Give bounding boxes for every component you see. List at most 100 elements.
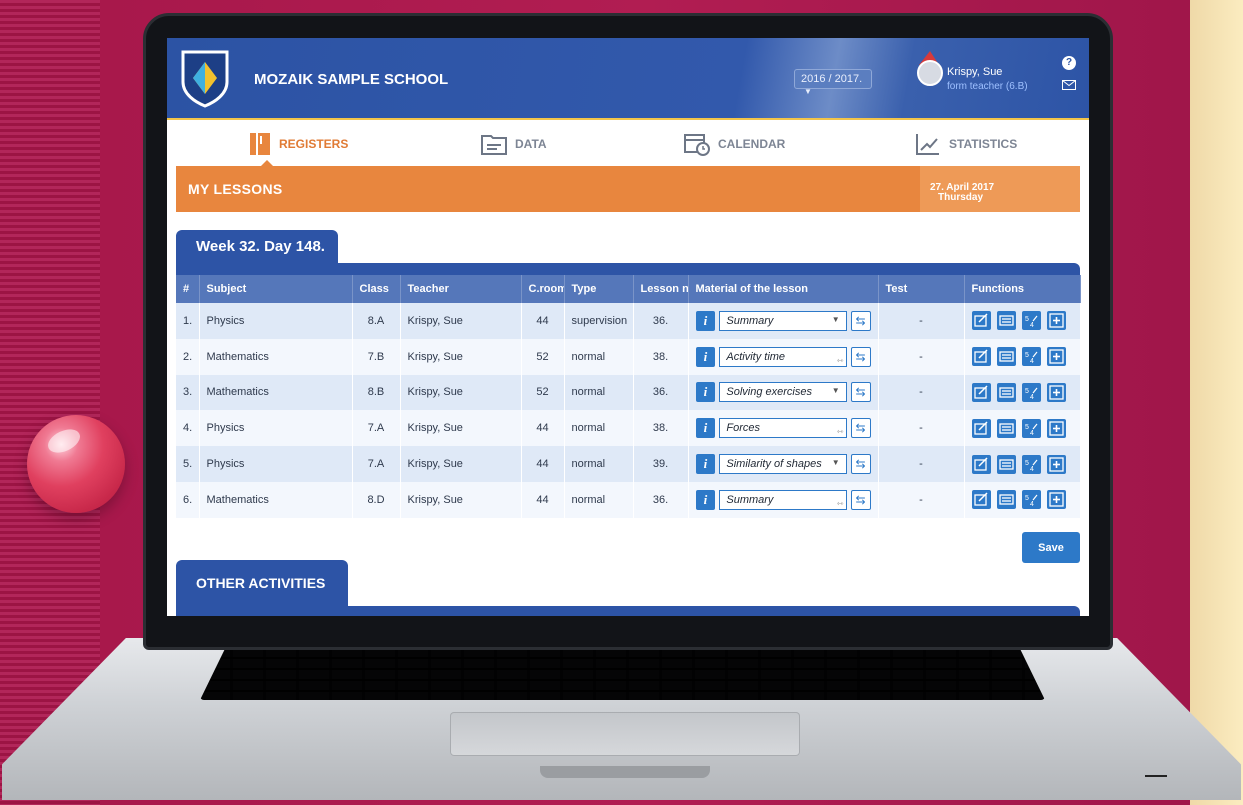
row-classroom: 44 <box>521 481 565 518</box>
material-textarea[interactable]: Forces ⇿ <box>719 418 847 439</box>
edit-icon[interactable] <box>971 418 991 438</box>
table-row[interactable]: 3. Mathematics 8.B Krispy, Sue 52 normal 36. i S… <box>176 374 1081 411</box>
edit-icon[interactable] <box>971 454 991 474</box>
edit-icon[interactable] <box>971 347 991 367</box>
nav-statistics[interactable]: STATISTICS <box>915 132 1017 156</box>
add-icon[interactable] <box>1046 382 1066 402</box>
mail-icon[interactable] <box>1062 80 1076 90</box>
column-header-lesson-nr[interactable]: Lesson nr. <box>633 275 689 303</box>
info-button[interactable]: i <box>695 454 716 475</box>
swap-icon[interactable]: ⇆ <box>850 310 871 331</box>
column-header-material[interactable]: Material of the lesson <box>688 275 879 303</box>
row-test[interactable]: - <box>878 374 965 411</box>
app-screen: MOZAIK SAMPLE SCHOOL 2016 / 2017. ▼ Kris… <box>167 38 1089 616</box>
other-activities-band <box>176 606 1080 616</box>
table-row[interactable]: 1. Physics 8.A Krispy, Sue 44 supervision 36. i… <box>176 303 1081 339</box>
avatar[interactable] <box>917 60 943 86</box>
table-row[interactable]: 5. Physics 7.A Krispy, Sue 44 normal 39. i Simil… <box>176 446 1081 482</box>
info-button[interactable]: i <box>695 489 716 510</box>
nav-registers[interactable]: REGISTERS <box>249 132 348 156</box>
decorative-bubble <box>27 415 125 513</box>
column-header-test[interactable]: Test <box>878 275 965 303</box>
nav-data[interactable]: DATA <box>481 132 547 156</box>
column-header-classroom[interactable]: C.room <box>521 275 565 303</box>
resize-grip-icon[interactable]: ⇿ <box>837 356 844 365</box>
absence-icon[interactable] <box>996 454 1016 474</box>
column-header-class[interactable]: Class <box>352 275 401 303</box>
absence-icon[interactable] <box>996 490 1016 510</box>
column-header-teacher[interactable]: Teacher <box>400 275 522 303</box>
school-year-select[interactable]: 2016 / 2017. ▼ <box>794 69 872 96</box>
resize-grip-icon[interactable]: ⇿ <box>837 427 844 436</box>
save-button[interactable]: Save <box>1022 532 1080 563</box>
add-icon[interactable] <box>1046 418 1066 438</box>
row-number: 3. <box>176 374 200 411</box>
edit-icon[interactable] <box>971 382 991 402</box>
swap-icon[interactable]: ⇆ <box>850 382 871 403</box>
grade-icon[interactable]: 54 <box>1021 454 1041 474</box>
absence-icon[interactable] <box>996 311 1016 331</box>
top-bar: MOZAIK SAMPLE SCHOOL 2016 / 2017. ▼ Kris… <box>167 38 1089 120</box>
edit-icon[interactable] <box>971 490 991 510</box>
row-subject: Physics <box>199 410 353 447</box>
row-test[interactable]: - <box>878 446 965 482</box>
table-row[interactable]: 6. Mathematics 8.D Krispy, Sue 44 normal 36. i S… <box>176 481 1081 518</box>
add-icon[interactable] <box>1046 490 1066 510</box>
row-lesson-nr: 39. <box>633 446 689 482</box>
row-type: normal <box>564 446 634 482</box>
row-functions: 54 <box>964 410 1081 447</box>
user-name[interactable]: Krispy, Sue <box>947 66 1002 78</box>
material-dropdown[interactable]: Solving exercises ▼ <box>719 382 847 403</box>
row-functions: 54 <box>964 374 1081 411</box>
row-class: 7.B <box>352 338 401 375</box>
swap-icon[interactable]: ⇆ <box>850 489 871 510</box>
absence-icon[interactable] <box>996 347 1016 367</box>
grade-icon[interactable]: 54 <box>1021 418 1041 438</box>
material-value: Solving exercises <box>726 386 812 399</box>
absence-icon[interactable] <box>996 382 1016 402</box>
row-test[interactable]: - <box>878 410 965 447</box>
info-button[interactable]: i <box>695 346 716 367</box>
material-dropdown[interactable]: Similarity of shapes ▼ <box>719 454 847 475</box>
row-lesson-nr: 36. <box>633 303 689 339</box>
material-dropdown[interactable]: Summary ▼ <box>719 310 847 331</box>
row-number: 6. <box>176 481 200 518</box>
material-textarea[interactable]: Summary ⇿ <box>719 489 847 510</box>
nav-statistics-label: STATISTICS <box>949 137 1018 151</box>
table-row[interactable]: 2. Mathematics 7.B Krispy, Sue 52 normal 38. i A… <box>176 338 1081 375</box>
svg-text:4: 4 <box>1030 322 1034 328</box>
row-test[interactable]: - <box>878 481 965 518</box>
other-activities-tab[interactable]: OTHER ACTIVITIES <box>176 560 348 606</box>
grade-icon[interactable]: 54 <box>1021 382 1041 402</box>
week-tab[interactable]: Week 32. Day 148. <box>176 230 338 264</box>
grade-icon[interactable]: 54 <box>1021 311 1041 331</box>
add-icon[interactable] <box>1046 454 1066 474</box>
help-icon[interactable]: ? <box>1062 56 1076 70</box>
absence-icon[interactable] <box>996 418 1016 438</box>
row-test[interactable]: - <box>878 338 965 375</box>
nav-calendar[interactable]: CALENDAR <box>684 132 785 156</box>
info-button[interactable]: i <box>695 310 716 331</box>
swap-icon[interactable]: ⇆ <box>850 454 871 475</box>
material-textarea[interactable]: Activity time ⇿ <box>719 346 847 367</box>
table-row[interactable]: 4. Physics 7.A Krispy, Sue 44 normal 38. i Force… <box>176 410 1081 447</box>
edit-icon[interactable] <box>971 311 991 331</box>
row-lesson-nr: 36. <box>633 481 689 518</box>
add-icon[interactable] <box>1046 311 1066 331</box>
current-day: Thursday <box>938 192 984 203</box>
info-button[interactable]: i <box>695 382 716 403</box>
row-type: normal <box>564 338 634 375</box>
swap-icon[interactable]: ⇆ <box>850 346 871 367</box>
column-header-type[interactable]: Type <box>564 275 634 303</box>
column-header-subject[interactable]: Subject <box>199 275 353 303</box>
row-class: 8.A <box>352 303 401 339</box>
school-logo-icon[interactable] <box>179 48 231 108</box>
row-test[interactable]: - <box>878 303 965 339</box>
resize-grip-icon[interactable]: ⇿ <box>837 499 844 508</box>
info-button[interactable]: i <box>695 418 716 439</box>
add-icon[interactable] <box>1046 347 1066 367</box>
row-teacher: Krispy, Sue <box>400 338 522 375</box>
grade-icon[interactable]: 54 <box>1021 490 1041 510</box>
swap-icon[interactable]: ⇆ <box>850 418 871 439</box>
grade-icon[interactable]: 54 <box>1021 347 1041 367</box>
